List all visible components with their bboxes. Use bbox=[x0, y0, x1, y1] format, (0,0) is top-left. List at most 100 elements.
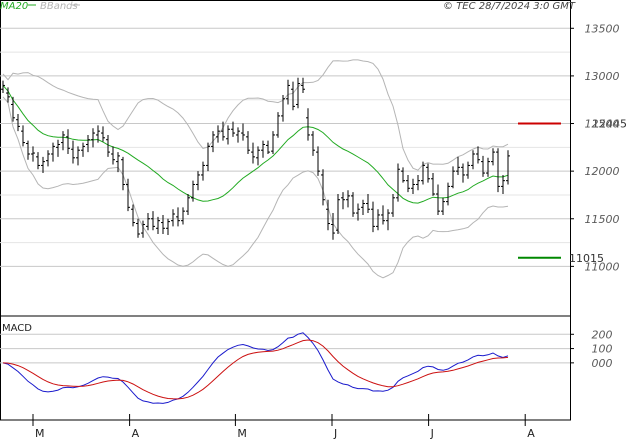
macd-lines bbox=[2, 332, 509, 404]
ohlc-bar bbox=[51, 142, 55, 162]
ohlc-bar bbox=[136, 218, 140, 238]
ma20-line bbox=[2, 85, 509, 204]
ohlc-bar bbox=[76, 146, 80, 166]
ohlc-bar bbox=[471, 150, 475, 170]
macd-tick-label: 000 bbox=[592, 357, 613, 370]
ohlc-bar bbox=[501, 174, 505, 194]
price-tick-label: 11000 bbox=[585, 260, 620, 273]
copyright-timestamp: © TEC 28/7/2024 3:0 GMT bbox=[443, 1, 576, 12]
legend-bbands: BBands bbox=[40, 1, 78, 12]
ohlc-bar bbox=[356, 203, 360, 221]
ohlc-bar bbox=[286, 79, 290, 105]
time-tick-label: A bbox=[527, 427, 535, 440]
ohlc-bar bbox=[71, 140, 75, 164]
ohlc-bar bbox=[371, 201, 375, 233]
ohlc-bar bbox=[291, 81, 295, 111]
ohlc-bar bbox=[256, 146, 260, 166]
ohlc-bar bbox=[466, 161, 470, 179]
ohlc-bar bbox=[446, 182, 450, 206]
ohlc-bar bbox=[381, 205, 385, 225]
ohlc-bar bbox=[441, 197, 445, 215]
bband-lower bbox=[2, 96, 509, 279]
ohlc-bar bbox=[426, 163, 430, 183]
ohlc-bar bbox=[366, 194, 370, 214]
ohlc-bar bbox=[301, 77, 305, 94]
ohlc-bar bbox=[486, 157, 490, 177]
ohlc-bar bbox=[146, 213, 150, 231]
ohlc-bar bbox=[161, 214, 165, 234]
macd-line bbox=[2, 332, 509, 404]
ohlc-bar bbox=[351, 192, 355, 217]
time-tick-label: J bbox=[430, 427, 434, 440]
ohlc-bar bbox=[91, 128, 95, 148]
ohlc-bar bbox=[481, 155, 485, 177]
ohlc-bar bbox=[166, 218, 170, 235]
ohlc-bar bbox=[186, 194, 190, 215]
ohlc-bar bbox=[476, 146, 480, 164]
ohlc-bar bbox=[246, 131, 250, 154]
ohlc-bar bbox=[361, 199, 365, 215]
macd-label: MACD bbox=[2, 323, 32, 334]
ohlc-bar bbox=[276, 112, 280, 138]
ohlc-bar bbox=[41, 156, 45, 174]
ohlc-bar bbox=[56, 139, 60, 157]
ohlc-bar bbox=[436, 184, 440, 215]
macd-tick-label: 200 bbox=[592, 328, 613, 341]
price-grid bbox=[0, 27, 570, 267]
ohlc-bar bbox=[171, 209, 175, 227]
ohlc-bar bbox=[421, 161, 425, 185]
ohlc-bar bbox=[496, 148, 500, 193]
ohlc-bar bbox=[491, 148, 495, 166]
ohlc-bar bbox=[196, 171, 200, 191]
ohlc-bar bbox=[46, 150, 50, 167]
ohlc-bar bbox=[151, 211, 155, 231]
price-tick-label: 12000 bbox=[585, 165, 620, 178]
ohlc-bar bbox=[241, 123, 245, 141]
macd-grid bbox=[0, 333, 570, 364]
ohlc-bar bbox=[66, 129, 70, 154]
ohlc-bar bbox=[181, 207, 185, 225]
time-x-axis: MAMJJA bbox=[32, 414, 535, 440]
ohlc-bar bbox=[376, 209, 380, 231]
time-tick-label: M bbox=[237, 427, 247, 440]
ohlc-bar bbox=[306, 108, 310, 141]
price-tick-label: 13000 bbox=[585, 70, 620, 83]
ohlc-bar bbox=[456, 156, 460, 175]
macd-y-axis: 200 100000 bbox=[570, 328, 613, 370]
ohlc-bar bbox=[416, 174, 420, 191]
time-tick-label: A bbox=[132, 427, 140, 440]
stock-chart: 1244511015 11000115001200012500130001350… bbox=[0, 0, 627, 440]
time-tick-label: J bbox=[333, 427, 337, 440]
ohlc-bar bbox=[16, 114, 20, 132]
ohlc-bar bbox=[111, 146, 115, 165]
ohlc-bar bbox=[431, 173, 435, 196]
ohlc-bar bbox=[391, 194, 395, 217]
ohlc-bar bbox=[451, 166, 455, 189]
ohlc-bar bbox=[386, 209, 390, 231]
ohlc-bar bbox=[401, 167, 405, 183]
ohlc-bar bbox=[406, 174, 410, 193]
ohlc-bar bbox=[36, 152, 40, 170]
ohlc-bar bbox=[86, 134, 90, 153]
price-bars bbox=[1, 77, 510, 240]
ohlc-bar bbox=[346, 190, 350, 208]
ohlc-bar bbox=[236, 127, 240, 143]
legend-ma20: MA20 bbox=[0, 1, 28, 12]
time-tick-label: M bbox=[35, 427, 45, 440]
ohlc-bar bbox=[296, 77, 300, 109]
price-tick-label: 11500 bbox=[585, 213, 620, 226]
ohlc-bar bbox=[251, 142, 255, 164]
ohlc-bar bbox=[281, 94, 285, 122]
ohlc-bar bbox=[506, 150, 510, 185]
ohlc-bar bbox=[101, 126, 105, 142]
ohlc-bar bbox=[271, 131, 275, 154]
ohlc-bar bbox=[411, 178, 415, 194]
macd-tick-label: 100 bbox=[592, 343, 613, 356]
ohlc-bar bbox=[226, 125, 230, 145]
ohlc-bar bbox=[21, 125, 25, 147]
ohlc-bar bbox=[26, 140, 30, 160]
ohlc-bar bbox=[211, 131, 215, 153]
ohlc-bar bbox=[396, 163, 400, 202]
price-tick-label: 12500 bbox=[585, 118, 620, 131]
ohlc-bar bbox=[31, 146, 35, 162]
